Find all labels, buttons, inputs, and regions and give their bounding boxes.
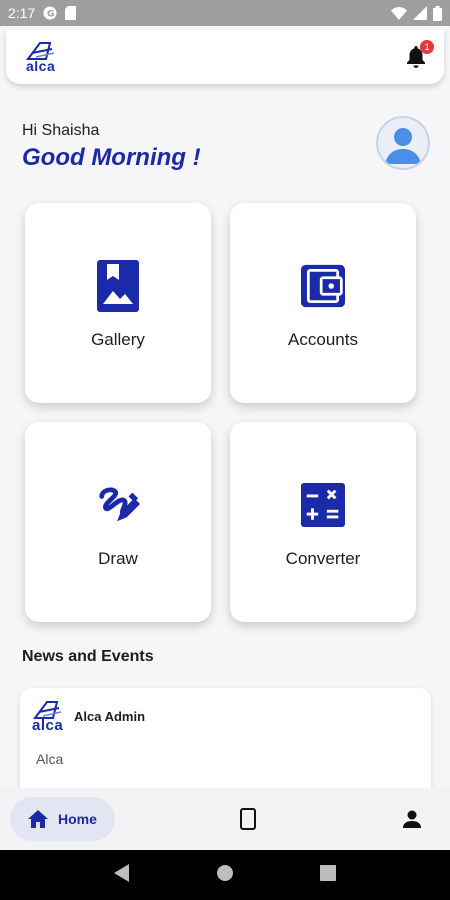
user-avatar-icon: [385, 128, 421, 164]
home-circle-icon: [216, 864, 233, 881]
nav-device-button[interactable]: [240, 808, 256, 835]
alca-logo[interactable]: alca: [26, 41, 56, 73]
news-author: Alca Admin: [74, 709, 146, 724]
system-back-button[interactable]: [113, 863, 130, 887]
tile-accounts[interactable]: Accounts: [230, 203, 416, 403]
notification-badge: 1: [420, 40, 434, 54]
greeting-name: Hi Shaisha: [22, 122, 100, 139]
logo-text: alca: [26, 58, 56, 74]
greeting: Hi Shaisha Good Morning !: [22, 122, 201, 172]
tile-gallery-label: Gallery: [91, 330, 145, 349]
nav-profile-button[interactable]: [403, 810, 421, 833]
news-section-title: News and Events: [22, 648, 154, 665]
battery-icon: [433, 5, 442, 21]
tile-accounts-label: Accounts: [288, 330, 358, 349]
draw-icon: [96, 479, 140, 531]
notifications-button[interactable]: 1: [406, 40, 434, 68]
sd-card-icon: [65, 6, 77, 20]
tile-draw[interactable]: Draw: [25, 422, 211, 622]
person-icon: [403, 810, 421, 828]
news-logo-text: alca: [32, 717, 64, 734]
bottom-nav: Home: [0, 788, 450, 850]
avatar[interactable]: [376, 116, 430, 170]
tile-converter[interactable]: Converter: [230, 422, 416, 622]
home-icon: [28, 810, 48, 828]
nav-home-button[interactable]: Home: [10, 797, 115, 841]
status-bar: 2:17 G: [0, 0, 450, 26]
back-triangle-icon: [113, 863, 129, 882]
tile-gallery[interactable]: Gallery: [25, 203, 211, 403]
signal-icon: [413, 6, 427, 20]
calculator-icon: [301, 479, 345, 531]
wallet-icon: [301, 260, 345, 312]
nav-home-label: Home: [58, 811, 97, 827]
tile-converter-label: Converter: [285, 549, 361, 568]
recents-square-icon: [320, 864, 337, 881]
system-navigation-bar: [0, 850, 450, 900]
app-notification-icon: G: [43, 6, 57, 20]
app-bar: alca 1: [6, 30, 444, 84]
system-recents-button[interactable]: [320, 864, 337, 886]
tile-draw-label: Draw: [98, 549, 138, 568]
svg-text:G: G: [47, 10, 54, 20]
news-card[interactable]: alca Alca Admin Alca: [20, 688, 431, 798]
system-home-button[interactable]: [216, 864, 233, 886]
news-author-logo: alca: [32, 700, 64, 733]
greeting-message: Good Morning !: [22, 144, 201, 171]
status-time: 2:17: [8, 5, 36, 21]
gallery-icon: [96, 260, 140, 312]
news-body: Alca: [36, 751, 64, 767]
phone-icon: [240, 808, 256, 830]
wifi-icon: [391, 6, 407, 20]
